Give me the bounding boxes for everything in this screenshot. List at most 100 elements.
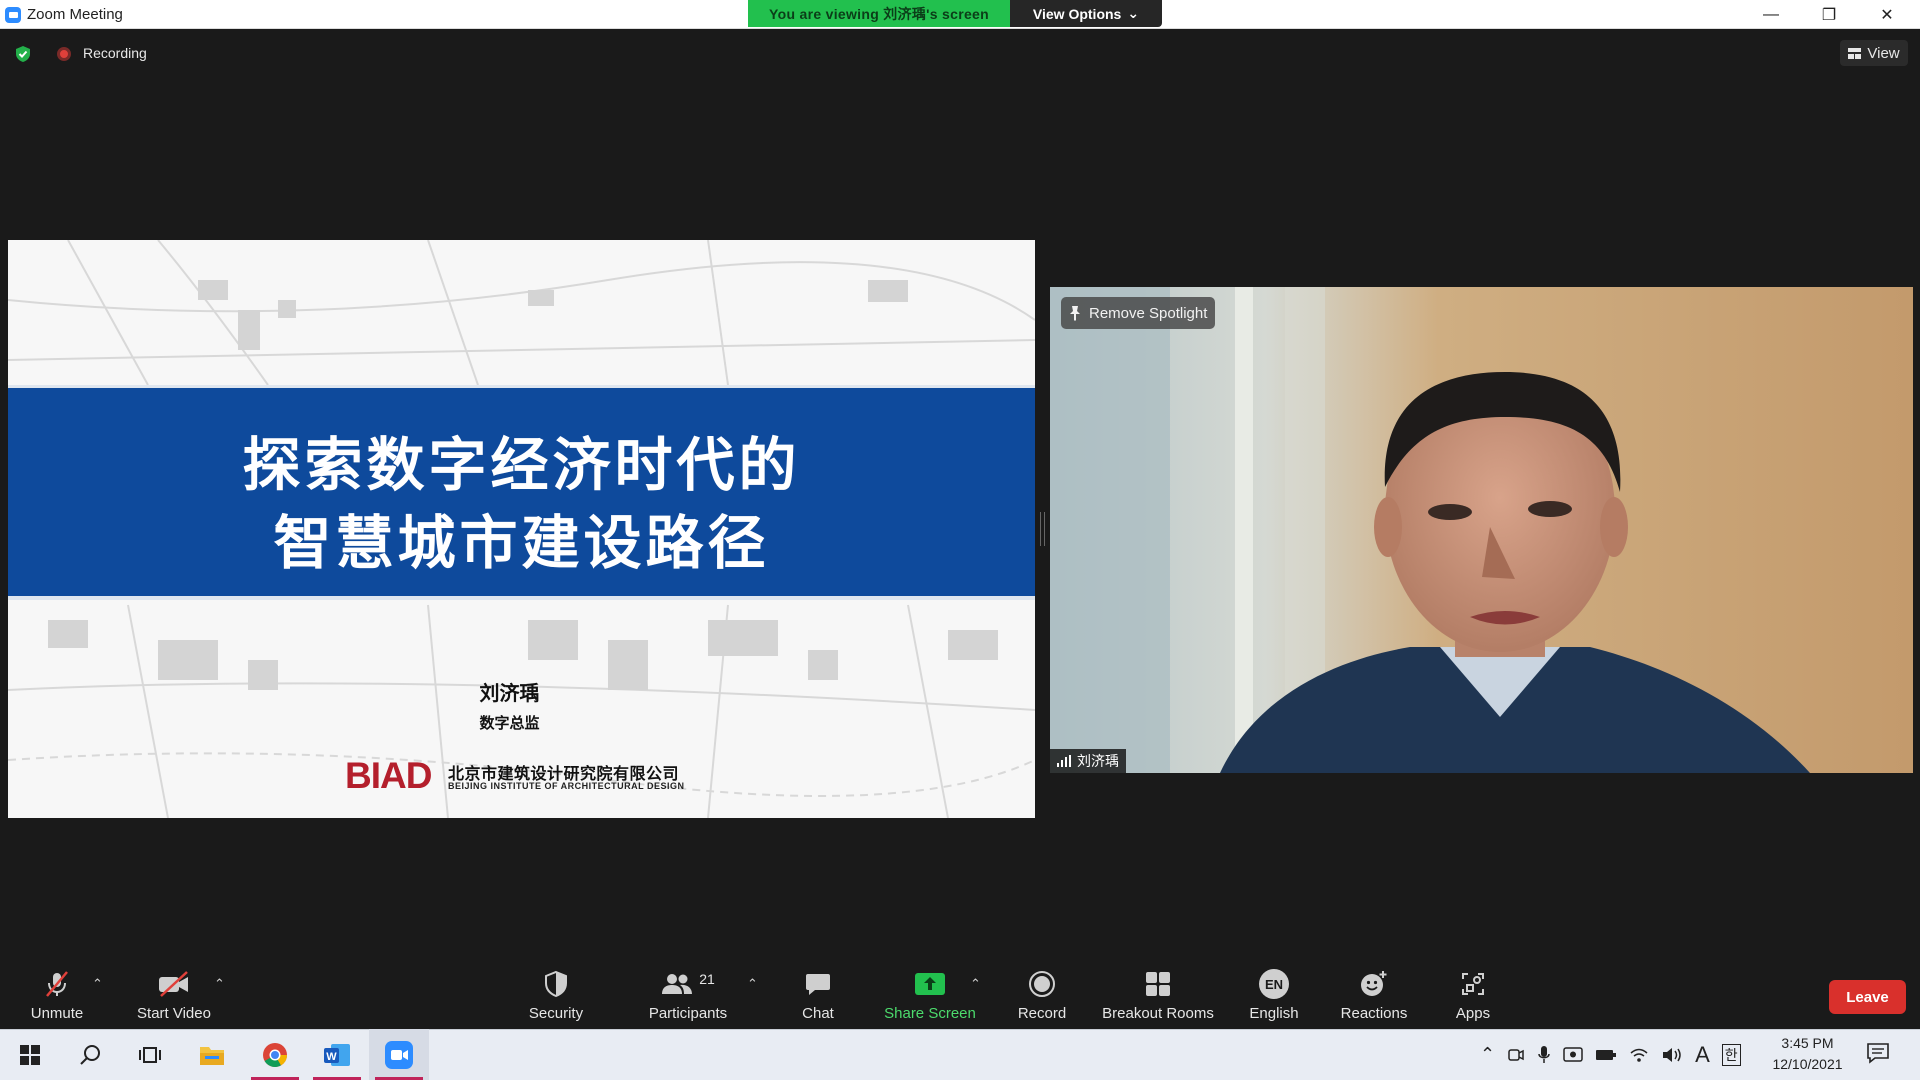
- folder-icon: [200, 1046, 224, 1065]
- view-options-button[interactable]: View Options ⌄: [1010, 0, 1162, 27]
- svg-text:W: W: [326, 1051, 337, 1063]
- spotlight-video-tile[interactable]: Remove Spotlight 刘济瑀: [1050, 287, 1913, 773]
- chat-label: Chat: [802, 1005, 834, 1022]
- minimize-button[interactable]: —: [1742, 0, 1800, 29]
- taskbar-search-button[interactable]: [60, 1029, 120, 1080]
- share-screen-button[interactable]: Share Screen: [880, 962, 980, 1029]
- wifi-icon[interactable]: [1629, 1046, 1649, 1064]
- english-label: English: [1249, 1005, 1299, 1022]
- chrome-taskbar-button[interactable]: [245, 1029, 305, 1080]
- chrome-icon: [263, 1042, 287, 1067]
- chat-button[interactable]: Chat: [786, 962, 850, 1029]
- korean-ime-indicator[interactable]: 한: [1721, 1043, 1741, 1066]
- security-button[interactable]: Security: [521, 962, 591, 1029]
- breakout-rooms-icon: [1146, 972, 1170, 996]
- biad-logo: BIAD: [345, 755, 432, 796]
- slide-title-line-1: 探索数字经济时代的: [242, 431, 801, 499]
- presenter-role: 数字总监: [479, 714, 540, 732]
- security-shield-icon: [545, 970, 567, 998]
- meet-now-icon[interactable]: [1507, 1046, 1525, 1064]
- battery-icon[interactable]: [1595, 1048, 1617, 1062]
- start-video-button[interactable]: Start Video: [131, 962, 217, 1029]
- system-tray: ⌃ A 한: [1480, 1029, 1741, 1080]
- participants-icon: [662, 974, 693, 994]
- view-options-label: View Options: [1032, 5, 1122, 22]
- pin-icon: [1070, 306, 1080, 321]
- apps-icon: [1462, 973, 1484, 995]
- unmute-label: Unmute: [30, 1005, 84, 1022]
- participant-name-tag: 刘济瑀: [1050, 749, 1126, 773]
- volume-icon[interactable]: [1661, 1046, 1683, 1064]
- remove-spotlight-button[interactable]: Remove Spotlight: [1061, 297, 1216, 329]
- participants-label: Participants: [648, 1005, 728, 1022]
- muted-microphone-icon: [46, 971, 68, 997]
- record-icon: [1029, 971, 1055, 997]
- participant-video-feed: [1050, 287, 1913, 773]
- participants-options-caret-icon[interactable]: ⌃: [747, 976, 758, 992]
- meeting-controls-toolbar: Unmute ⌃ Start Video ⌃ Security 21 Parti…: [0, 962, 1920, 1029]
- video-options-caret-icon[interactable]: ⌃: [214, 976, 225, 992]
- apps-button[interactable]: Apps: [1443, 962, 1503, 1029]
- participants-button[interactable]: 21 Participants: [641, 962, 735, 1029]
- recording-label: Recording: [83, 45, 147, 61]
- remove-spotlight-label: Remove Spotlight: [1089, 304, 1208, 322]
- screen-capture-icon[interactable]: [1563, 1046, 1583, 1064]
- task-view-icon: [139, 1046, 161, 1063]
- slide-title-band: 探索数字经济时代的 智慧城市建设路径: [8, 385, 1035, 600]
- chat-bubble-icon: [806, 974, 830, 995]
- language-globe-icon: EN: [1259, 969, 1289, 999]
- microphone-tray-icon[interactable]: [1537, 1045, 1551, 1065]
- apps-label: Apps: [1455, 1005, 1491, 1022]
- word-icon: W: [324, 1043, 350, 1066]
- slide-title-line-2: 智慧城市建设路径: [273, 509, 770, 577]
- reactions-label: Reactions: [1340, 1005, 1408, 1022]
- zoom-icon: [385, 1040, 413, 1069]
- notification-center-icon[interactable]: [1866, 1042, 1890, 1064]
- language-interpretation-button[interactable]: EN English: [1240, 962, 1308, 1029]
- zoom-app-icon: [5, 7, 21, 23]
- participant-name: 刘济瑀: [1077, 753, 1119, 769]
- video-off-icon: [159, 971, 188, 997]
- chevron-up-icon[interactable]: ⌃: [1480, 1044, 1495, 1065]
- zoom-taskbar-button[interactable]: [369, 1029, 429, 1080]
- encryption-shield-icon[interactable]: [14, 45, 32, 63]
- viewing-screen-banner: You are viewing 刘济瑀's screen: [748, 0, 1010, 27]
- start-video-label: Start Video: [137, 1005, 211, 1022]
- grid-icon: [1848, 47, 1862, 59]
- clock-time: 3:45 PM: [1781, 1035, 1834, 1051]
- search-icon: [80, 1044, 100, 1065]
- clock-date: 12/10/2021: [1772, 1056, 1843, 1072]
- security-label: Security: [528, 1005, 584, 1022]
- window-title: Zoom Meeting: [27, 6, 123, 23]
- windows-start-button[interactable]: [0, 1029, 60, 1080]
- view-layout-button[interactable]: View: [1840, 40, 1908, 66]
- participants-count: 21: [699, 971, 715, 987]
- reactions-button[interactable]: Reactions: [1335, 962, 1413, 1029]
- audio-options-caret-icon[interactable]: ⌃: [92, 976, 103, 992]
- share-screen-icon: [915, 973, 945, 995]
- task-view-button[interactable]: [120, 1029, 180, 1080]
- ime-mode-indicator[interactable]: A: [1695, 1042, 1710, 1068]
- chevron-down-icon: ⌄: [1127, 5, 1140, 21]
- file-explorer-taskbar-button[interactable]: [182, 1029, 242, 1080]
- taskbar-clock[interactable]: 3:45 PM 12/10/2021: [1760, 1033, 1855, 1075]
- signal-strength-icon: [1057, 755, 1071, 767]
- record-button[interactable]: Record: [1008, 962, 1076, 1029]
- word-taskbar-button[interactable]: W: [307, 1029, 367, 1080]
- view-label: View: [1867, 44, 1900, 62]
- reactions-smiley-icon: [1361, 971, 1387, 996]
- restore-button[interactable]: ❐: [1800, 0, 1858, 29]
- presenter-name: 刘济瑀: [479, 681, 540, 705]
- share-screen-label: Share Screen: [884, 1005, 976, 1022]
- recording-icon: [57, 47, 71, 61]
- organization-name-en: BEIJING INSTITUTE OF ARCHITECTURAL DESIG…: [448, 781, 685, 791]
- unmute-button[interactable]: Unmute: [22, 962, 92, 1029]
- share-options-caret-icon[interactable]: ⌃: [970, 976, 981, 992]
- leave-meeting-button[interactable]: Leave: [1829, 980, 1906, 1014]
- split-view-divider[interactable]: [1040, 512, 1045, 546]
- breakout-rooms-button[interactable]: Breakout Rooms: [1098, 962, 1218, 1029]
- shared-screen-slide: 探索数字经济时代的 智慧城市建设路径 刘济瑀 数字总监 BIAD 北京市建筑设计…: [8, 240, 1035, 818]
- record-label: Record: [1017, 1005, 1067, 1022]
- close-button[interactable]: ✕: [1858, 0, 1916, 29]
- breakout-rooms-label: Breakout Rooms: [1102, 1005, 1214, 1022]
